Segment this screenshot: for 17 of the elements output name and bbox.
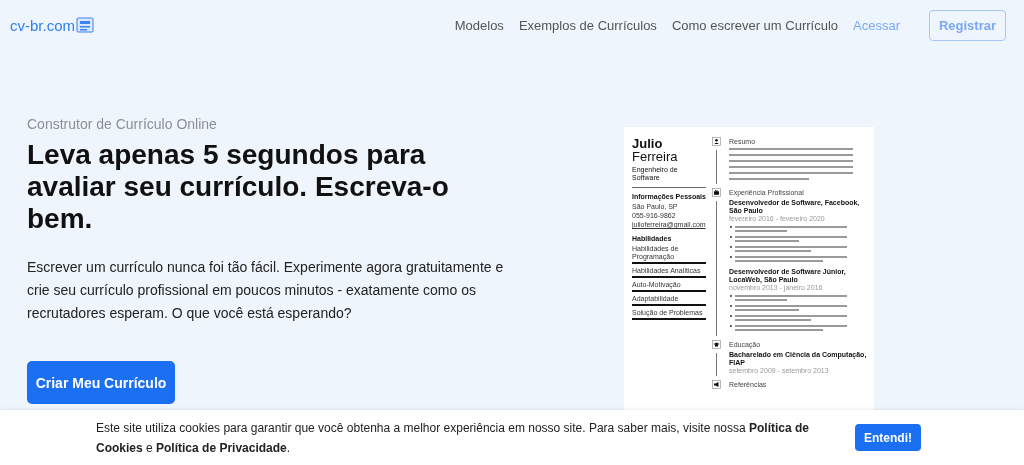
document-icon (76, 17, 94, 33)
briefcase-icon (712, 188, 721, 197)
logo-text[interactable]: cv-br.com (10, 16, 75, 34)
person-icon (712, 137, 721, 146)
cookie-notice: Este site utiliza cookies para garantir que você obtenha a melhor experiência em nosso site. Para saber mais, visite nossa Política de Cookies e Política de Privacidade. (96, 419, 811, 457)
nav-link[interactable]: Modelos (454, 17, 504, 33)
hero-title: Leva apenas 5 segundos para avaliar seu currículo. Escreva-o bem. (27, 139, 450, 235)
hero-description: Escrever um currículo nunca foi tão fácil. Experimente agora gratuitamente e crie seu currículo profissional em poucos minutos - exatamente como os recrutadores esperam. O que você está esperando? (27, 258, 505, 323)
accept-button[interactable]: Entendi! (855, 424, 921, 451)
last-name: Ferreira (632, 150, 679, 163)
create-resume-button[interactable]: Criar Meu Currículo (27, 361, 175, 404)
first-name: Julio (632, 137, 664, 150)
megaphone-icon (712, 380, 721, 389)
nav-link[interactable]: Exemplos de Currículos (518, 17, 657, 33)
graduation-cap-icon (712, 340, 721, 349)
eyebrow-text: Construtor de Currículo Online (27, 116, 218, 132)
nav-link[interactable]: Como escrever um Currículo (671, 17, 839, 33)
